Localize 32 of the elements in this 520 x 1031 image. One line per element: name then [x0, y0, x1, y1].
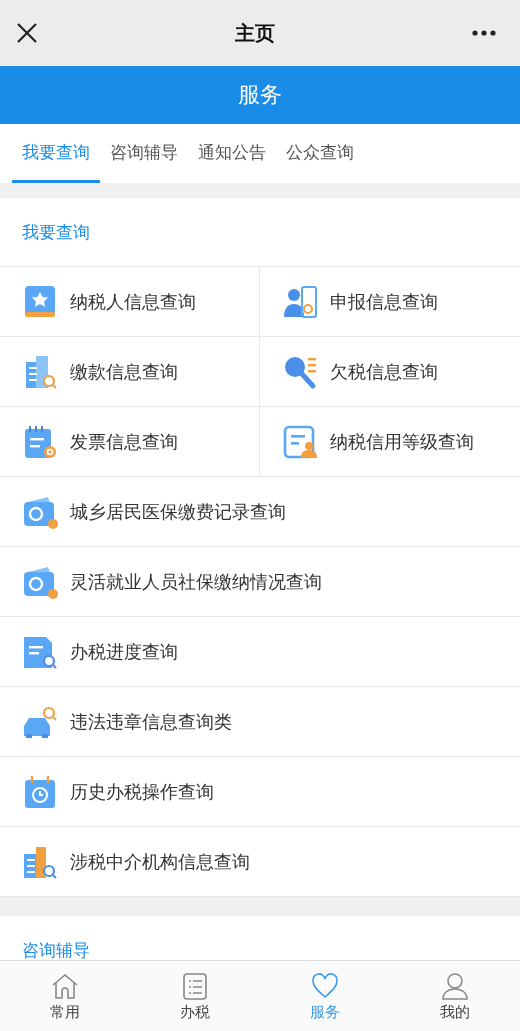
menu-item[interactable]: 灵活就业人员社保缴纳情况查询: [0, 547, 520, 617]
user-icon: [441, 971, 469, 1000]
menu-item[interactable]: 纳税信用等级查询: [260, 407, 520, 477]
menu-item[interactable]: 历史办税操作查询: [0, 757, 520, 827]
menu-item[interactable]: 纳税人信息查询: [0, 267, 260, 337]
book-icon: [22, 283, 58, 320]
menu-item[interactable]: 城乡居民医保缴费记录查询: [0, 477, 520, 547]
heart-icon: [311, 971, 339, 1000]
profile-card-icon: [282, 423, 318, 460]
section-title: 我要查询: [22, 220, 90, 244]
menu-item[interactable]: 办税进度查询: [0, 617, 520, 687]
nav-tab[interactable]: 常用: [0, 961, 130, 1031]
section-title: 咨询辅导: [22, 939, 90, 960]
menu-item[interactable]: 申报信息查询: [260, 267, 520, 337]
nav-tab[interactable]: 我的: [390, 961, 520, 1031]
tab[interactable]: 咨询辅导: [100, 124, 188, 183]
banner: 服务: [0, 66, 520, 124]
list-icon: [181, 971, 209, 1000]
home-icon: [51, 971, 79, 1000]
menu-item[interactable]: 欠税信息查询: [260, 337, 520, 407]
tab[interactable]: 公众查询: [276, 124, 364, 183]
menu-item[interactable]: 发票信息查询: [0, 407, 260, 477]
menu-item[interactable]: 缴款信息查询: [0, 337, 260, 407]
close-icon[interactable]: [16, 22, 38, 44]
user-document-icon: [282, 283, 318, 320]
page-title: 主页: [235, 19, 275, 47]
more-icon[interactable]: [472, 30, 496, 36]
tab[interactable]: 通知公告: [188, 124, 276, 183]
nav-tab[interactable]: 办税: [130, 961, 260, 1031]
calendar-clock-icon: [22, 773, 58, 810]
notepad-icon: [22, 423, 58, 460]
menu-item[interactable]: 违法违章信息查询类: [0, 687, 520, 757]
